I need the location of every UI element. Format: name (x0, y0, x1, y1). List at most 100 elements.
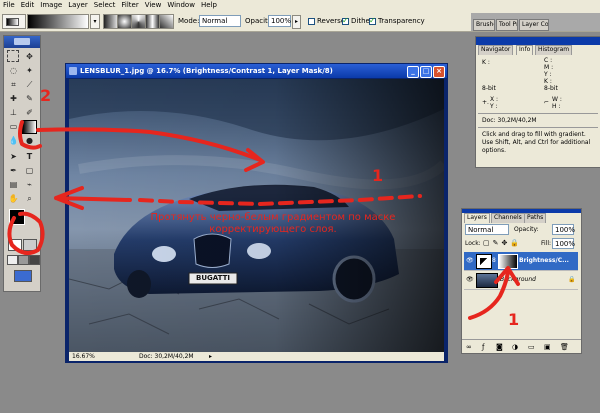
screen-mode-full-menu-icon[interactable] (18, 255, 29, 265)
well-tab-tool-presets[interactable]: Tool Pr (496, 19, 518, 31)
linear-gradient-button[interactable] (103, 14, 118, 29)
slice-tool-icon[interactable]: ⟋ (23, 78, 36, 91)
document-title-bar[interactable]: LENSBLUR_1.jpg @ 16.7% (Brightness/Contr… (66, 64, 447, 78)
zoom-tool-icon[interactable]: ⌕ (23, 192, 36, 205)
menu-window[interactable]: Window (164, 0, 198, 9)
dither-checkbox[interactable] (342, 16, 349, 25)
new-layer-icon[interactable]: ▣ (544, 343, 551, 351)
blur-tool-icon[interactable]: 💧 (7, 134, 20, 147)
document-status-bar: 16.67% Doc: 30,2M/40,2M ▸ (69, 352, 444, 361)
radial-gradient-button[interactable] (117, 14, 132, 29)
menu-image[interactable]: Image (37, 0, 65, 9)
toolbox: ✥ ◌ ✦ ⌗ ⟋ ✚ ✎ ⊥ ✐ ▭ 💧 ● ➤ T ✒ ▢ ▤ ⌁ ✋ ⌕ (3, 35, 41, 292)
new-adjustment-icon[interactable]: ◑ (512, 343, 518, 351)
layer-style-icon[interactable]: ƒ (482, 343, 484, 351)
dodge-tool-icon[interactable]: ● (23, 134, 36, 147)
eye-icon[interactable]: 👁 (466, 257, 474, 264)
minimize-icon[interactable]: _ (407, 66, 419, 78)
path-selection-icon[interactable]: ➤ (7, 150, 20, 163)
mode-value: Normal (202, 17, 228, 25)
chevron-down-icon[interactable]: ▾ (90, 14, 100, 29)
close-icon[interactable]: × (433, 66, 445, 78)
tab-histogram[interactable]: Histogram (535, 45, 573, 55)
opacity-value: 100% (271, 17, 292, 25)
well-tab-brushes[interactable]: Brushes (473, 19, 495, 31)
menu-select[interactable]: Select (91, 0, 119, 9)
info-panel-title-bar[interactable] (476, 37, 600, 45)
transparency-checkbox[interactable] (369, 16, 376, 25)
eraser-tool-icon[interactable]: ▭ (7, 120, 20, 133)
gradient-icon (6, 18, 19, 26)
layers-opacity-label: Opacity: (514, 226, 539, 233)
hand-tool-icon[interactable]: ✋ (7, 192, 20, 205)
history-brush-icon[interactable]: ✐ (23, 106, 36, 119)
angle-gradient-button[interactable] (131, 14, 146, 29)
marquee-tool-icon[interactable] (7, 50, 19, 62)
diamond-gradient-button[interactable] (159, 14, 174, 29)
annotation-instruction: Протянуть черно-белым градиентом по маск… (108, 212, 438, 236)
tab-paths[interactable]: Paths (524, 213, 547, 223)
opacity-arrow-icon[interactable]: ▸ (292, 15, 301, 29)
zoom-level[interactable]: 16.67% (72, 353, 95, 360)
eye-icon[interactable]: 👁 (466, 276, 474, 283)
status-arrow-icon[interactable]: ▸ (209, 353, 212, 360)
layers-opacity-input[interactable]: 100% (552, 224, 575, 235)
reflected-gradient-button[interactable] (145, 14, 160, 29)
layer-mask-thumbnail[interactable] (498, 254, 518, 269)
lasso-tool-icon[interactable]: ◌ (7, 64, 20, 77)
gradient-picker[interactable] (27, 14, 89, 29)
well-tab-layer-comps[interactable]: Layer Comps (519, 19, 549, 31)
notes-tool-icon[interactable]: ▤ (7, 178, 20, 191)
layer-row-adjustment[interactable]: 👁 8 Brightness/C... (464, 252, 578, 271)
palette-well: Brushes Tool Pr Layer Comps (471, 13, 600, 31)
chain-icon[interactable]: 8 (492, 257, 496, 264)
imageready-jump-icon[interactable] (14, 270, 32, 282)
fill-input[interactable]: 100% (552, 238, 576, 249)
tab-channels[interactable]: Channels (491, 213, 525, 223)
screen-mode-standard-icon[interactable] (7, 255, 18, 265)
menu-file[interactable]: File (0, 0, 18, 9)
eyedropper-icon[interactable]: ⌁ (23, 178, 36, 191)
layers-panel: Layers Channels Paths Normal Opacity: 10… (461, 208, 582, 354)
pen-tool-icon[interactable]: ✒ (7, 164, 20, 177)
fill-value: 100% (555, 240, 576, 248)
trash-icon[interactable]: 🗑 (560, 343, 569, 351)
clone-stamp-icon[interactable]: ⊥ (7, 106, 20, 119)
quick-mask-icon[interactable] (23, 239, 37, 251)
screen-mode-full-icon[interactable] (29, 255, 40, 265)
menu-layer[interactable]: Layer (65, 0, 91, 9)
background-thumbnail (476, 273, 498, 288)
move-tool-icon[interactable]: ✥ (23, 50, 36, 63)
standard-mode-icon[interactable] (8, 239, 22, 251)
new-group-icon[interactable]: ▭ (528, 343, 535, 351)
lock-icons[interactable]: ▢✎✥🔒 (483, 239, 522, 247)
link-layers-icon[interactable]: ∞ (466, 343, 472, 351)
info-k2: K : (544, 78, 552, 85)
photoshop-doc-icon (69, 67, 77, 75)
gradient-tool-icon[interactable] (22, 120, 37, 134)
info-h: H : (552, 103, 561, 110)
maximize-icon[interactable]: □ (420, 66, 432, 78)
brush-tool-icon[interactable]: ✎ (23, 92, 36, 105)
blend-mode-select[interactable]: Normal (465, 224, 509, 235)
shape-tool-icon[interactable]: ▢ (23, 164, 36, 177)
reverse-checkbox[interactable] (308, 18, 315, 25)
menu-filter[interactable]: Filter (118, 0, 141, 9)
healing-brush-icon[interactable]: ✚ (7, 92, 20, 105)
add-mask-icon[interactable]: ◙ (496, 343, 503, 351)
layer-row-background[interactable]: 👁 Background 🔒 (464, 271, 578, 290)
menu-edit[interactable]: Edit (18, 0, 38, 9)
mode-select[interactable]: Normal (199, 15, 241, 27)
foreground-color-swatch[interactable] (9, 209, 25, 225)
tab-layers[interactable]: Layers (464, 213, 490, 223)
info-bit1: 8-bit (482, 85, 496, 92)
opacity-input[interactable]: 100% (268, 15, 291, 27)
magic-wand-icon[interactable]: ✦ (23, 64, 36, 77)
tab-info[interactable]: Info (516, 45, 534, 55)
tool-preset-picker[interactable] (2, 14, 26, 29)
crop-tool-icon[interactable]: ⌗ (7, 78, 20, 91)
menu-help[interactable]: Help (198, 0, 220, 9)
type-tool-icon[interactable]: T (23, 150, 36, 163)
menu-view[interactable]: View (142, 0, 165, 9)
tab-navigator[interactable]: Navigator (478, 45, 514, 55)
